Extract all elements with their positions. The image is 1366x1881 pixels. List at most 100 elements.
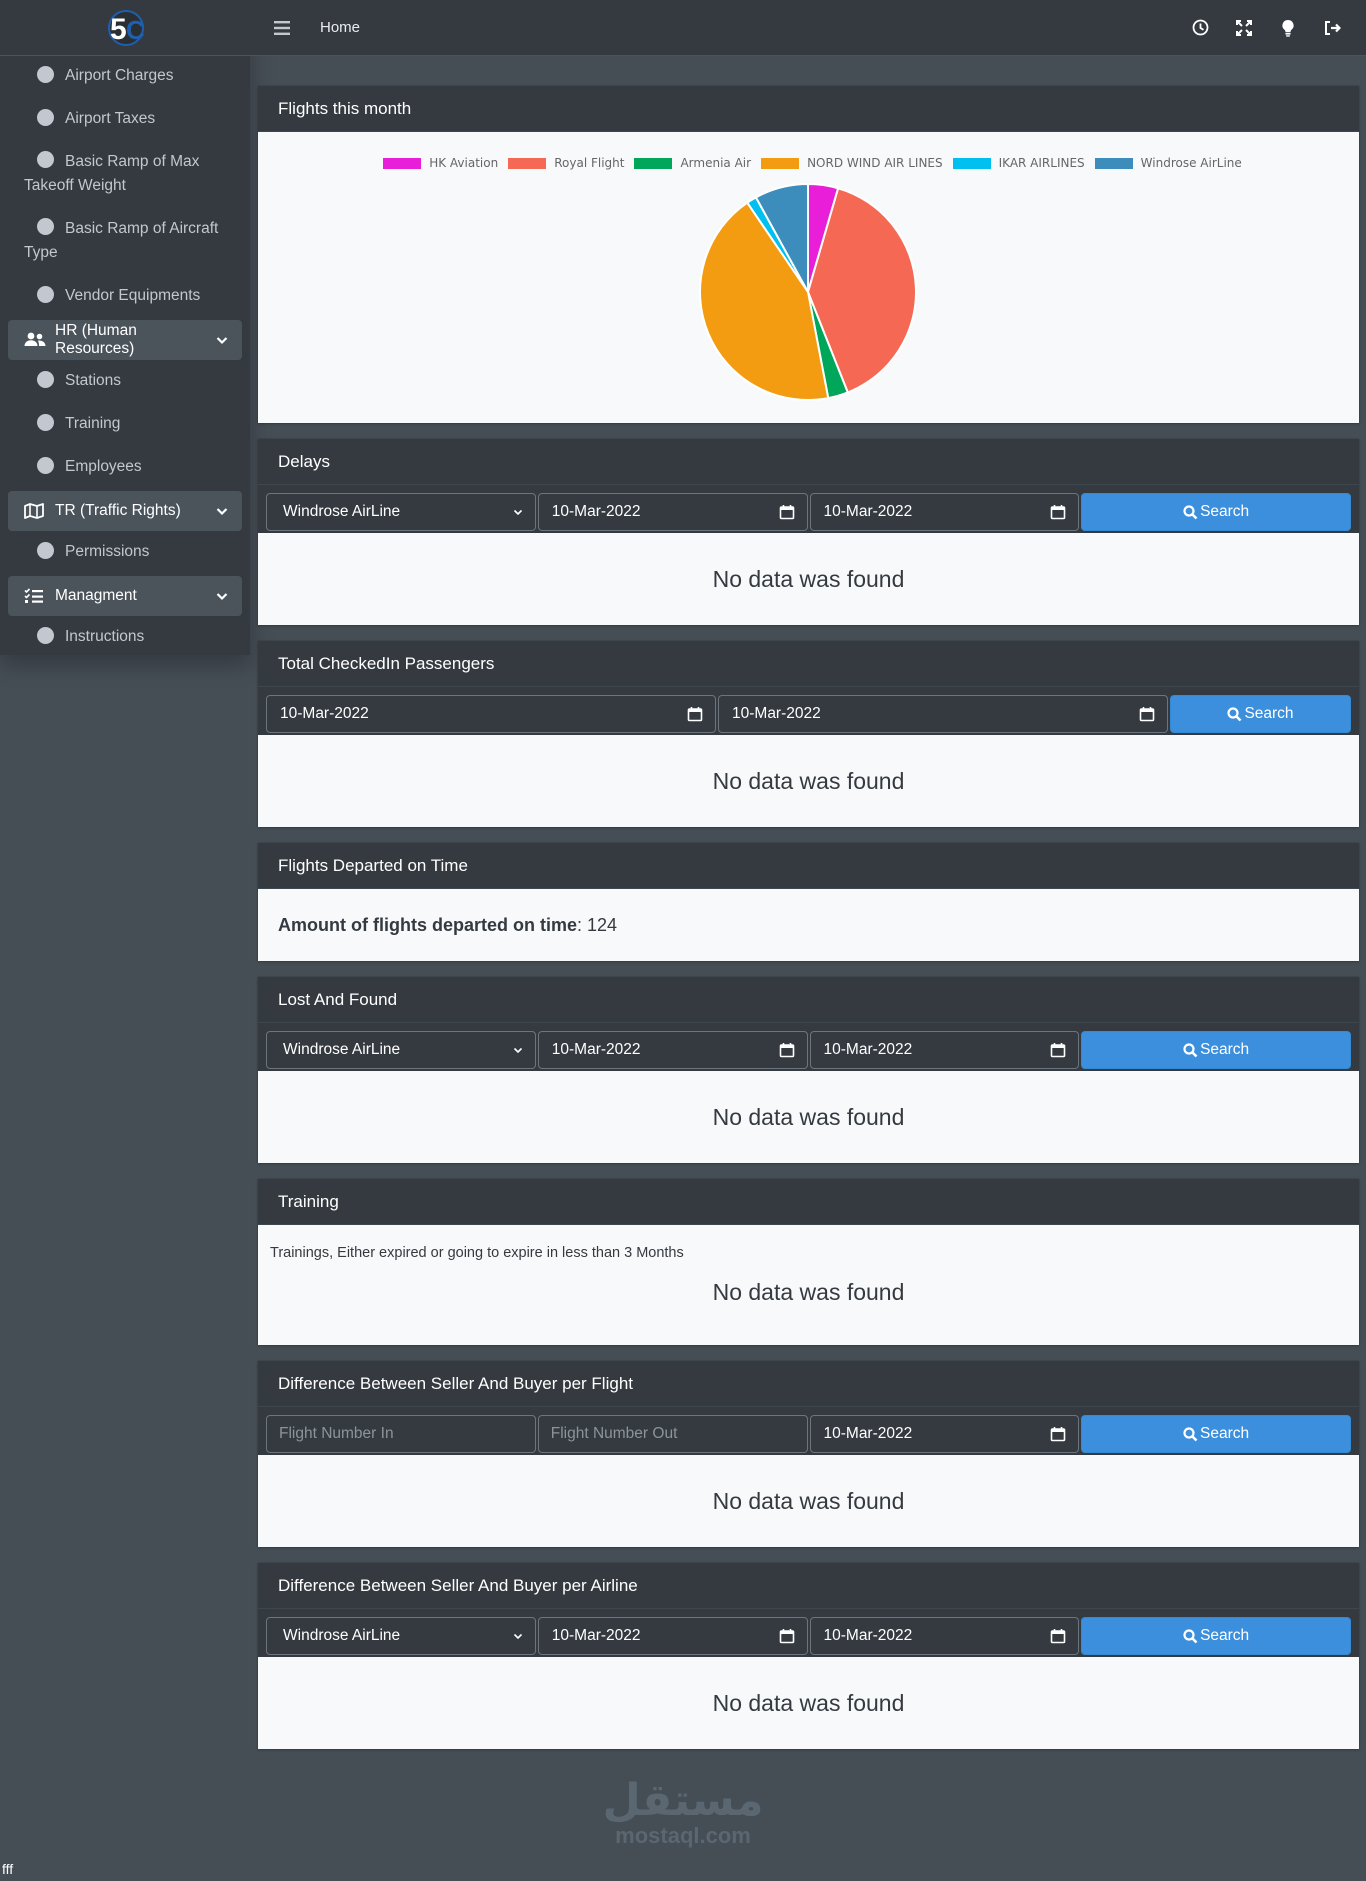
sidebar-item-label: Permissions [65,543,150,560]
select-value: Windrose AirLine [283,503,401,520]
training-body: Trainings, Either expired or going to ex… [258,1225,1359,1345]
watermark-url: mostaql.com [615,1823,751,1848]
brand[interactable]: 5 C [0,0,250,56]
pie-chart: HK Aviation Royal Flight Armenia Air NORD W… [258,132,1359,423]
circle-icon [37,457,54,474]
search-label: Search [1200,503,1250,520]
flights-month-card: Flights this month HK Aviation Royal Flig… [258,86,1359,423]
watermark: مستقل mostaql.com [598,1778,768,1848]
date-input[interactable]: 10-Mar-2022 [809,1415,1080,1453]
calendar-icon[interactable] [1050,1426,1066,1442]
date-value: 10-Mar-2022 [823,1041,913,1058]
sidebar-group-hr[interactable]: HR (Human Resources) [8,320,242,360]
search-button[interactable]: Search [1081,1031,1351,1069]
airline-select[interactable]: Windrose AirLine [266,493,536,531]
home-link[interactable]: Home [320,19,360,36]
airline-select[interactable]: Windrose AirLine [266,1031,536,1069]
calendar-icon[interactable] [779,1628,795,1644]
topbar-icons [1190,18,1342,38]
calendar-icon[interactable] [779,1042,795,1058]
search-button[interactable]: Search [1081,1617,1351,1655]
date-from-input[interactable]: 10-Mar-2022 [266,695,716,733]
fullscreen-icon[interactable] [1234,18,1254,38]
training-card: Training Trainings, Either expired or go… [258,1179,1359,1345]
calendar-icon[interactable] [1050,1042,1066,1058]
card-title: Total CheckedIn Passengers [258,641,1359,687]
card-title: Flights this month [258,86,1359,132]
search-icon [1183,1042,1198,1057]
select-value: Windrose AirLine [283,1627,401,1644]
date-to-input[interactable]: 10-Mar-2022 [809,493,1080,531]
search-button[interactable]: Search [1170,695,1351,733]
filters-row: 10-Mar-2022 10-Mar-2022 Search [258,687,1359,735]
sidebar-item-stations[interactable]: Stations [8,361,242,404]
search-icon [1183,504,1198,519]
lightbulb-icon[interactable] [1278,18,1298,38]
airline-select[interactable]: Windrose AirLine [266,1617,536,1655]
empty-state: No data was found [258,1455,1359,1547]
topbar: Home [250,0,1366,56]
select-value: Windrose AirLine [283,1041,401,1058]
sidebar-item-label: Airport Charges [65,67,174,84]
sidebar-item-vendor-equipments[interactable]: Vendor Equipments [8,276,242,319]
calendar-icon[interactable] [687,706,703,722]
calendar-icon[interactable] [1050,1628,1066,1644]
card-title: Training [258,1179,1359,1225]
calendar-icon[interactable] [1050,504,1066,520]
sidebar-group-label: Managment [55,587,137,604]
date-value: 10-Mar-2022 [280,705,369,722]
sidebar-item-training[interactable]: Training [8,404,242,447]
tasks-icon [24,588,46,604]
footer-text: fff [2,1861,14,1877]
card-title: Flights Departed on Time [258,843,1359,889]
sidebar-item-basic-ramp-aircraft[interactable]: Basic Ramp of Aircraft Type [8,209,242,276]
empty-state: No data was found [258,1071,1359,1163]
date-from-input[interactable]: 10-Mar-2022 [537,1031,808,1069]
sidebar: 5 C Airport Charges Airport Taxes Basic … [0,0,250,655]
sidebar-group-managment[interactable]: Managment [8,576,242,616]
search-label: Search [1244,705,1294,722]
date-from-input[interactable]: 10-Mar-2022 [537,1617,808,1655]
card-title: Delays [258,439,1359,485]
sidebar-item-airport-charges[interactable]: Airport Charges [8,56,242,99]
logo: 5 C [107,9,145,46]
date-from-input[interactable]: 10-Mar-2022 [537,493,808,531]
flight-number-in-input[interactable]: Flight Number In [266,1415,536,1453]
sidebar-item-basic-ramp-mtow[interactable]: Basic Ramp of Max Takeoff Weight [8,142,242,209]
sidebar-item-label: Training [65,415,121,432]
empty-state: No data was found [712,1279,905,1305]
svg-text:5: 5 [110,13,127,46]
search-label: Search [1200,1627,1250,1644]
sidebar-item-label: Stations [65,372,122,389]
ontime-card: Flights Departed on Time Amount of fligh… [258,843,1359,961]
search-icon [1183,1426,1198,1441]
sidebar-item-permissions[interactable]: Permissions [8,532,242,575]
delays-card: Delays Windrose AirLine 10-Mar-2022 10-M… [258,439,1359,625]
date-to-input[interactable]: 10-Mar-2022 [718,695,1168,733]
flight-number-out-input[interactable]: Flight Number Out [537,1415,808,1453]
diff-airline-card: Difference Between Seller And Buyer per … [258,1563,1359,1749]
search-button[interactable]: Search [1081,493,1351,531]
search-button[interactable]: Search [1081,1415,1351,1453]
ontime-body: Amount of flights departed on time: 124 [258,889,1359,961]
sidebar-group-tr[interactable]: TR (Traffic Rights) [8,491,242,531]
sidebar-item-label: Airport Taxes [65,110,156,127]
history-icon[interactable] [1190,18,1210,38]
search-icon [1183,1628,1198,1643]
signout-icon[interactable] [1322,18,1342,38]
date-to-input[interactable]: 10-Mar-2022 [809,1617,1080,1655]
checkedin-card: Total CheckedIn Passengers 10-Mar-2022 1… [258,641,1359,827]
sidebar-item-instructions[interactable]: Instructions [8,617,242,660]
calendar-icon[interactable] [779,504,795,520]
menu-icon[interactable] [272,20,292,35]
sidebar-group-label: TR (Traffic Rights) [55,502,181,519]
training-note: Trainings, Either expired or going to ex… [270,1245,684,1261]
date-to-input[interactable]: 10-Mar-2022 [809,1031,1080,1069]
empty-state: No data was found [258,533,1359,625]
sidebar-item-employees[interactable]: Employees [8,447,242,490]
chevron-down-icon [216,593,228,601]
date-value: 10-Mar-2022 [551,503,641,520]
date-value: 10-Mar-2022 [551,1627,641,1644]
calendar-icon[interactable] [1139,706,1155,722]
sidebar-item-airport-taxes[interactable]: Airport Taxes [8,99,242,142]
